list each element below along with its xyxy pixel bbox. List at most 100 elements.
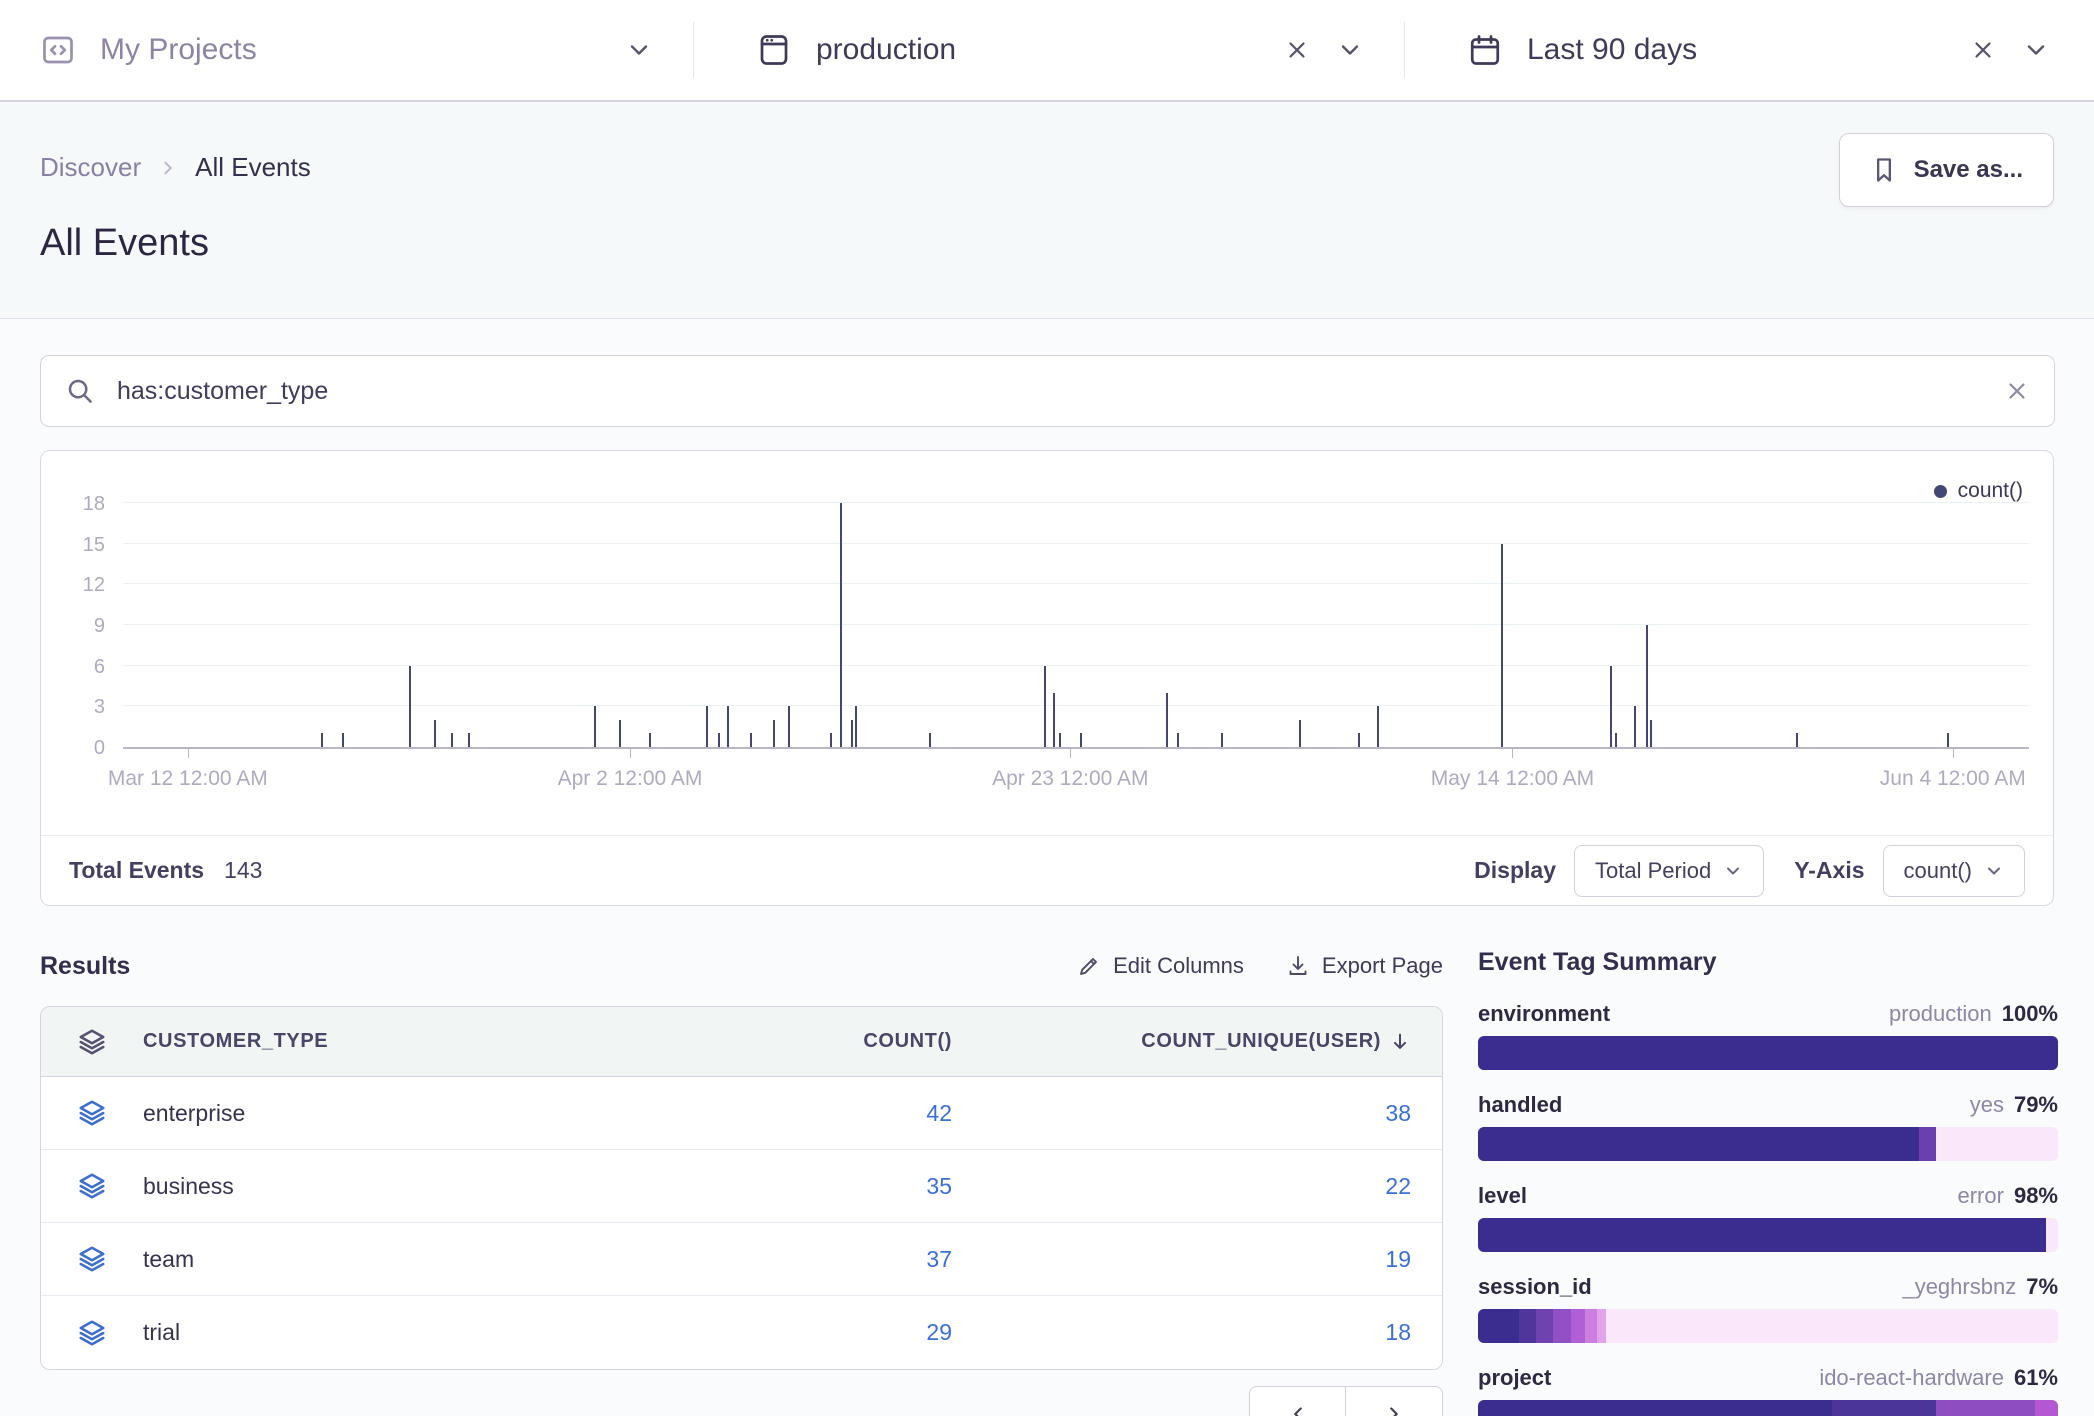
count-link[interactable]: 29 [672, 1319, 952, 1346]
save-as-button[interactable]: Save as... [1839, 133, 2054, 207]
chart-plot [123, 505, 2029, 749]
date-range-selector-label: Last 90 days [1527, 33, 1697, 67]
gridline [123, 502, 2029, 503]
tag-distribution-bar[interactable] [1478, 1309, 2058, 1343]
customer-type-value: enterprise [143, 1100, 245, 1127]
projects-icon [40, 32, 76, 68]
x-tick-label: May 14 12:00 AM [1431, 767, 1594, 791]
clear-date-range-icon[interactable] [1970, 37, 1996, 63]
y-tick-label: 3 [94, 696, 105, 719]
chart-y-labels: 0369121518 [41, 505, 105, 749]
customer-type-value: trial [143, 1319, 180, 1346]
bar [468, 733, 470, 747]
search-input[interactable] [117, 377, 2004, 406]
table-row: team 3719 [41, 1223, 1442, 1296]
bar [1221, 733, 1223, 747]
chevron-right-icon [1383, 1403, 1405, 1416]
chart-legend-item[interactable]: count() [1934, 479, 2023, 503]
tag-bar-segment [1919, 1127, 1936, 1161]
layers-icon[interactable] [77, 1098, 107, 1128]
count-unique-link[interactable]: 19 [952, 1246, 1442, 1273]
y-tick-label: 6 [94, 656, 105, 679]
bar [1166, 693, 1168, 747]
project-selector[interactable]: My Projects [0, 0, 693, 100]
pencil-icon [1077, 954, 1101, 978]
chart-footer: Total Events 143 Display Total Period Y-… [41, 835, 2053, 905]
previous-page-button[interactable] [1249, 1386, 1346, 1416]
customer-type-value: business [143, 1173, 234, 1200]
count-link[interactable]: 35 [672, 1173, 952, 1200]
tag-distribution-bar[interactable] [1478, 1127, 2058, 1161]
bar [929, 733, 931, 747]
y-tick-label: 9 [94, 615, 105, 638]
layers-icon[interactable] [77, 1171, 107, 1201]
next-page-button[interactable] [1346, 1386, 1443, 1416]
tag-distribution-bar[interactable] [1478, 1218, 2058, 1252]
results-section: Results Edit Columns Export Page [40, 948, 1443, 1370]
tag-name: handled [1478, 1092, 1562, 1118]
table-row: enterprise 4238 [41, 1077, 1442, 1150]
x-tick-label: Mar 12 12:00 AM [108, 767, 268, 791]
chevron-down-icon[interactable] [625, 36, 653, 64]
tag-distribution-bar[interactable] [1478, 1036, 2058, 1070]
date-range-selector[interactable]: Last 90 days [1405, 0, 2094, 100]
tag-bar-segment [1478, 1400, 1832, 1416]
bookmark-icon [1870, 156, 1898, 184]
bar [619, 720, 621, 747]
count-unique-link[interactable]: 18 [952, 1319, 1442, 1346]
tag-summary-list: environmentproduction100%handledyes79%le… [1478, 1001, 2058, 1416]
tag-bar-segment [1478, 1218, 2046, 1252]
tag-bar-segment [1478, 1036, 2058, 1070]
tag-bar-segment [1597, 1309, 1606, 1343]
bar [1646, 625, 1648, 747]
column-header-count-unique[interactable]: COUNT_UNIQUE(USER) [952, 1030, 1442, 1053]
x-tick [1070, 749, 1071, 758]
tag-bar-segment [1571, 1309, 1586, 1343]
yaxis-dropdown[interactable]: count() [1883, 845, 2025, 897]
count-link[interactable]: 37 [672, 1246, 952, 1273]
bar [1080, 733, 1082, 747]
chevron-down-icon[interactable] [1336, 36, 1364, 64]
tag-bar-segment [1936, 1400, 2035, 1416]
bar [342, 733, 344, 747]
bar [1650, 720, 1652, 747]
chevron-right-icon [157, 157, 179, 179]
content: count() 0369121518 Mar 12 12:00 AMApr 2 … [0, 320, 2094, 1416]
bar [1358, 733, 1360, 747]
bar [1177, 733, 1179, 747]
tag-top-percent: 7% [2026, 1274, 2058, 1300]
count-unique-link[interactable]: 38 [952, 1100, 1442, 1127]
discover-page: My Projects production Last 90 days Disc… [0, 0, 2094, 1416]
tag-top-percent: 61% [2014, 1365, 2058, 1391]
customer-type-value: team [143, 1246, 194, 1273]
tag-summary-item: environmentproduction100% [1478, 1001, 2058, 1070]
export-page-label: Export Page [1322, 953, 1443, 979]
y-tick-label: 0 [94, 737, 105, 760]
display-dropdown[interactable]: Total Period [1574, 845, 1764, 897]
layers-icon[interactable] [77, 1244, 107, 1274]
chevron-down-icon[interactable] [2022, 36, 2050, 64]
tag-distribution-bar[interactable] [1478, 1400, 2058, 1416]
bar [594, 706, 596, 747]
count-unique-link[interactable]: 22 [952, 1173, 1442, 1200]
table-row: trial 2918 [41, 1296, 1442, 1369]
bar [1299, 720, 1301, 747]
export-page-button[interactable]: Export Page [1286, 953, 1443, 979]
clear-environment-icon[interactable] [1284, 37, 1310, 63]
window-icon [756, 32, 792, 68]
layers-icon[interactable] [77, 1318, 107, 1348]
count-link[interactable]: 42 [672, 1100, 952, 1127]
x-tick-label: Apr 2 12:00 AM [558, 767, 703, 791]
breadcrumb-discover-link[interactable]: Discover [40, 152, 141, 183]
tag-bar-segment [1478, 1127, 1919, 1161]
download-icon [1286, 954, 1310, 978]
edit-columns-button[interactable]: Edit Columns [1077, 953, 1244, 979]
clear-search-icon[interactable] [2004, 378, 2030, 404]
column-header-customer-type[interactable]: CUSTOMER_TYPE [143, 1030, 328, 1053]
layers-icon[interactable] [77, 1027, 107, 1057]
gridline [123, 543, 2029, 544]
bar [727, 706, 729, 747]
column-header-count[interactable]: COUNT() [672, 1030, 952, 1053]
chart-x-axis: Mar 12 12:00 AMApr 2 12:00 AMApr 23 12:0… [123, 749, 2029, 809]
environment-selector[interactable]: production [694, 0, 1404, 100]
